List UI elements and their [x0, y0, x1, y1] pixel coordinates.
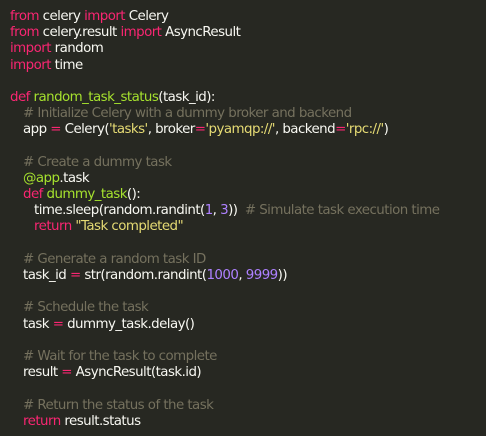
punctuation: ): [383, 122, 389, 138]
comment: # Wait for the task to complete: [23, 348, 217, 364]
keyword-import: import: [84, 9, 125, 24]
code-line-23: result = AsyncResult(task.id): [10, 365, 486, 381]
imported-name: AsyncResult: [161, 25, 241, 41]
call: .sleep(random.randint(: [62, 203, 205, 219]
code-line-16: # Generate a random task ID: [10, 252, 486, 268]
code-line-13: time.sleep(random.randint(1, 3)) # Simul…: [10, 203, 486, 219]
code-line-7: # Initialize Celery with a dummy broker …: [10, 106, 486, 122]
operator: =: [69, 268, 81, 283]
code-line-10: # Create a dummy task: [10, 155, 486, 171]
decorator-attribute: .task: [59, 170, 90, 186]
return-value: result.status: [60, 413, 141, 429]
variable: task: [23, 316, 53, 332]
comment: # Schedule the task: [23, 300, 149, 316]
decorator: @app: [23, 170, 60, 186]
code-line-21-empty: [10, 333, 486, 349]
keyword-from: from: [10, 9, 40, 24]
keyword-import: import: [10, 41, 51, 57]
code-line-6: def random_task_status(task_id):: [10, 90, 486, 106]
module-name: celery.result: [38, 25, 121, 41]
variable: task_id: [23, 268, 70, 283]
code-line-24-empty: [10, 381, 486, 397]
function-signature: ():: [126, 187, 141, 203]
code-line-9-empty: [10, 139, 486, 155]
comment: # Generate a random task ID: [23, 251, 206, 267]
code-line-5-empty: [10, 74, 486, 90]
comment: # Initialize Celery with a dummy broker …: [23, 106, 352, 122]
operator: =: [50, 122, 61, 138]
module-name: celery: [38, 9, 85, 24]
keyword-import: import: [10, 57, 51, 73]
keyword-return: return: [34, 219, 72, 235]
number-literal: 1000: [206, 268, 239, 283]
code-line-15-empty: [10, 236, 486, 252]
keyword-from: from: [10, 25, 40, 41]
comment: # Simulate task execution time: [244, 203, 440, 219]
code-line-14: return "Task completed": [10, 219, 486, 235]
code-line-17: task_id = str(random.randint(1000, 9999)…: [10, 268, 486, 284]
code-line-2: from celery.result import AsyncResult: [10, 25, 486, 41]
call: AsyncResult(task.id): [71, 365, 202, 381]
comment: # Create a dummy task: [23, 154, 172, 170]
operator: =: [52, 316, 64, 332]
keyword-def: def: [23, 187, 43, 203]
code-line-19: # Schedule the task: [10, 300, 486, 316]
punctuation: ,: [212, 203, 221, 219]
punctuation: ,: [238, 268, 246, 283]
code-line-3: import random: [10, 41, 486, 57]
code-line-8: app = Celery('tasks', broker='pyamqp://'…: [10, 122, 486, 138]
module-name: random: [50, 41, 104, 57]
number-literal: 3: [220, 203, 229, 219]
string-literal: "Task completed": [75, 219, 184, 235]
function-signature: (task_id):: [158, 89, 215, 105]
code-line-20: task = dummy_task.delay(): [10, 317, 486, 333]
code-line-4: import time: [10, 58, 486, 74]
punctuation: )): [277, 268, 288, 283]
string-literal: 'rpc://': [345, 122, 384, 138]
code-line-26: return result.status: [10, 414, 486, 430]
imported-name: Celery: [125, 9, 169, 24]
string-literal: 'pyamqp://': [205, 122, 275, 138]
code-line-22: # Wait for the task to complete: [10, 349, 486, 365]
code-editor[interactable]: from celery import Celery from celery.re…: [0, 0, 486, 436]
call: dummy_task.delay(): [63, 316, 195, 332]
code-line-1: from celery import Celery: [10, 9, 486, 25]
kwarg-name: , broker: [147, 122, 196, 138]
punctuation: )): [228, 203, 245, 219]
keyword-import: import: [120, 25, 162, 41]
code-line-25: # Return the status of the task: [10, 398, 486, 414]
operator: =: [194, 122, 206, 138]
code-line-12: def dummy_task():: [10, 187, 486, 203]
function-name: dummy_task: [46, 187, 128, 203]
variable: result: [23, 365, 62, 381]
module-name: time: [50, 57, 84, 73]
call: str(random.randint(: [80, 268, 207, 283]
string-literal: 'tasks': [109, 122, 148, 138]
operator: =: [335, 122, 346, 138]
comment: # Return the status of the task: [23, 397, 214, 413]
code-line-18-empty: [10, 284, 486, 300]
function-name: random_task_status: [33, 89, 159, 105]
variable: app: [23, 122, 51, 138]
keyword-def: def: [10, 89, 30, 105]
kwarg-name: , backend: [274, 122, 336, 138]
operator: =: [61, 365, 72, 381]
number-literal: 1: [204, 203, 214, 219]
module-ref: time: [34, 203, 63, 219]
number-literal: 9999: [245, 268, 278, 283]
call: Celery(: [60, 122, 110, 138]
keyword-return: return: [23, 413, 61, 429]
code-line-11: @app.task: [10, 171, 486, 187]
